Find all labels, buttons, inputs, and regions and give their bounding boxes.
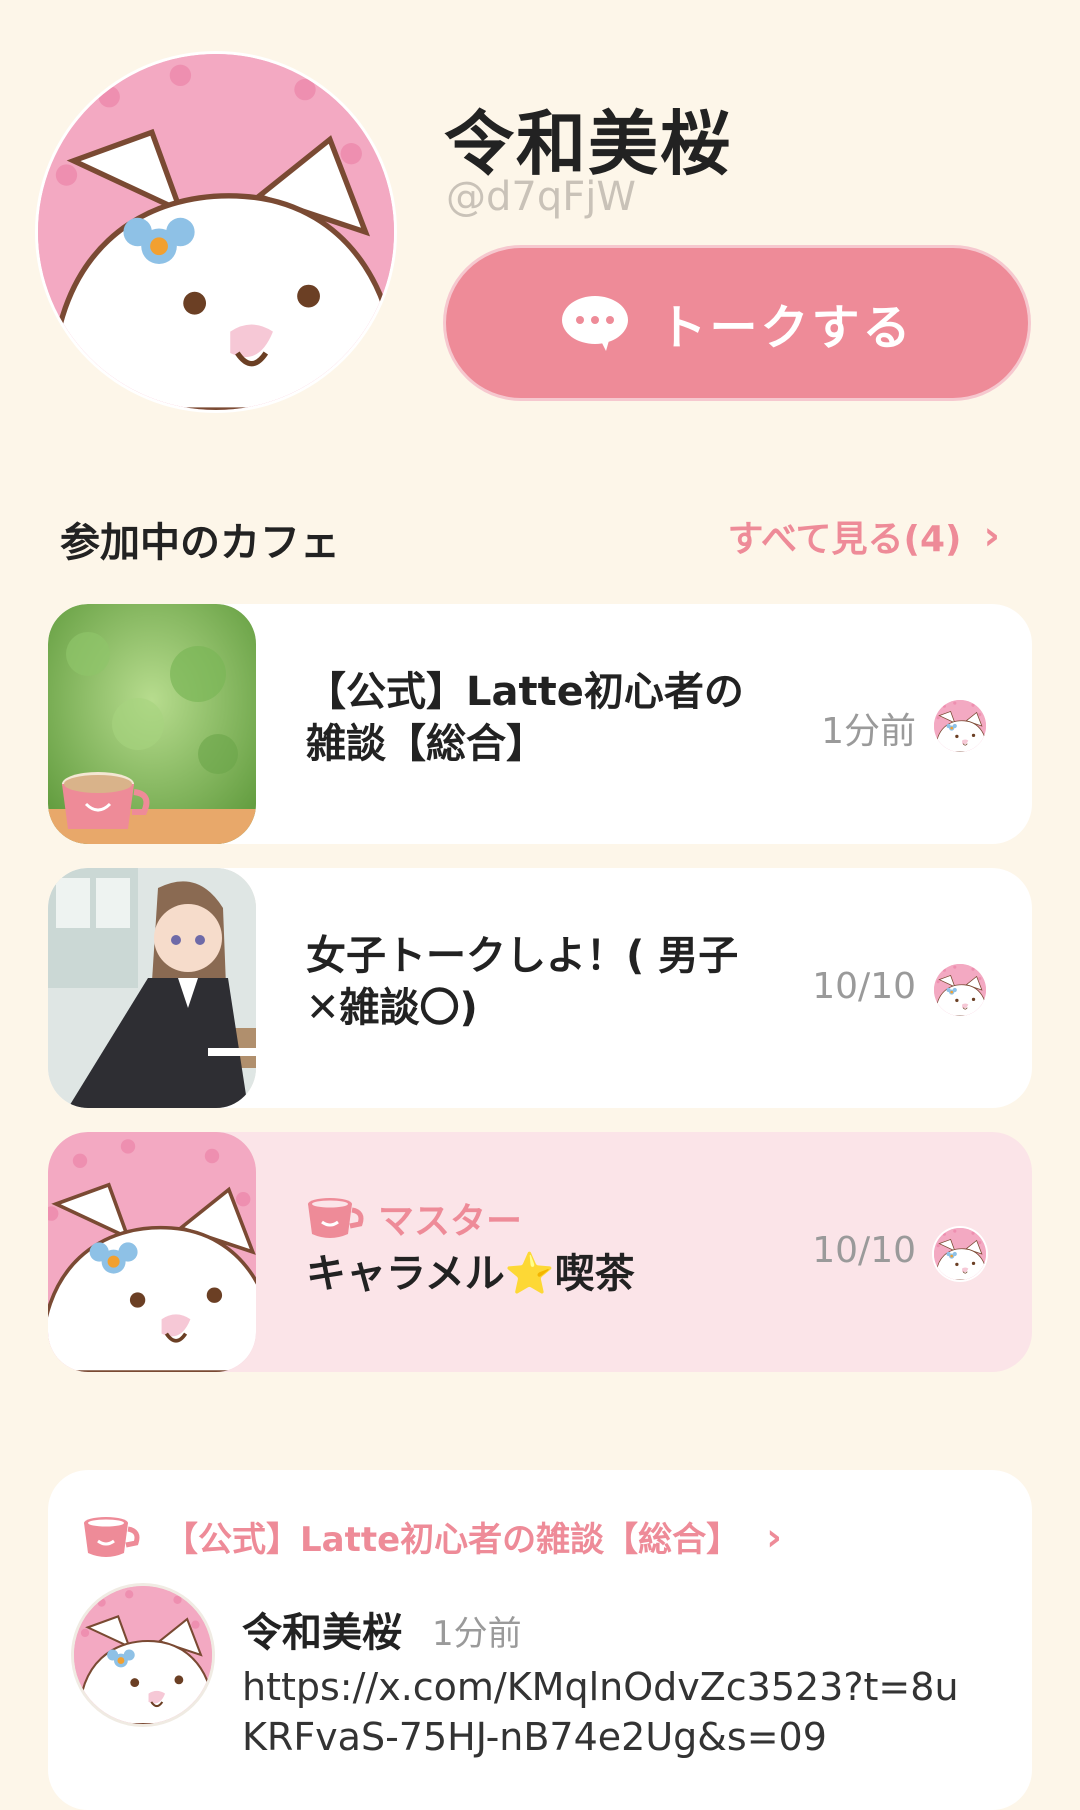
master-badge: マスター (306, 1192, 522, 1244)
chevron-right-icon: › (983, 513, 1000, 559)
cafe-title: 女子トークしよ！( 男子✕雑談〇) (306, 933, 739, 1031)
post-author: 令和美桜 (242, 1610, 402, 1656)
chevron-right-icon: › (766, 1514, 782, 1559)
user-handle: @d7qFjW (446, 174, 636, 220)
cafe-title: 【公式】Latte初心者の雑談【総合】 (306, 669, 744, 767)
post-cafe-name: 【公式】Latte初心者の雑談【総合】 (164, 1520, 741, 1560)
member-avatar (934, 700, 986, 752)
cafe-card-master[interactable]: マスター キャラメル⭐喫茶 10/10 (48, 1132, 1032, 1372)
post-time: 1分前 (432, 1614, 522, 1654)
post-body: https://x.com/KMqlnOdvZc3523?t=8uKRFvaS-… (242, 1665, 959, 1759)
cafe-card[interactable]: 女子トークしよ！( 男子✕雑談〇) 10/10 (48, 868, 1032, 1108)
see-all-label: すべて見る(4) (727, 519, 962, 560)
cafes-section-title: 参加中のカフェ (60, 520, 340, 566)
post-cafe-link[interactable]: 【公式】Latte初心者の雑談【総合】 › (82, 1512, 782, 1561)
profile-avatar[interactable] (38, 54, 394, 410)
cafe-title: キャラメル⭐喫茶 (306, 1251, 635, 1297)
master-label: マスター (378, 1201, 523, 1242)
talk-button[interactable]: トークする (446, 248, 1028, 398)
coffee-cup-icon (84, 1516, 140, 1557)
post-author-avatar[interactable] (74, 1586, 212, 1724)
cafe-thumbnail (48, 868, 256, 1108)
see-all-link[interactable]: すべて見る(4) › (728, 510, 1000, 562)
talk-button-label: トークする (658, 300, 914, 356)
cafe-last-activity: 10/10 (812, 1230, 916, 1271)
cafe-card[interactable]: 【公式】Latte初心者の雑談【総合】 1分前 (48, 604, 1032, 844)
member-avatar (934, 964, 986, 1016)
recent-post-card[interactable]: 【公式】Latte初心者の雑談【総合】 › 令和美桜 1分前 https://x… (48, 1470, 1032, 1810)
cafe-last-activity: 10/10 (812, 966, 916, 1007)
cafe-thumbnail (48, 1132, 256, 1372)
cafe-thumbnail (48, 604, 256, 844)
member-avatar (934, 1228, 986, 1280)
coffee-cup-icon (308, 1198, 364, 1238)
cafe-last-activity: 1分前 (821, 711, 916, 752)
chat-bubble-icon (562, 296, 629, 351)
